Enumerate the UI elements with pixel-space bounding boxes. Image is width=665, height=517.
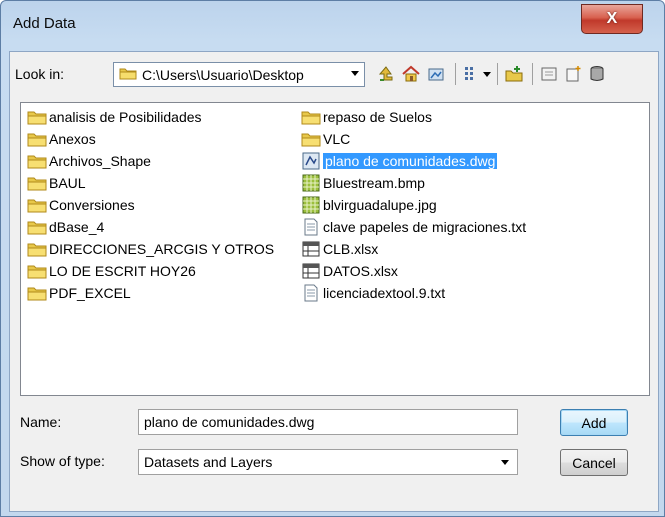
toolbar-separator bbox=[532, 63, 533, 85]
list-item[interactable]: plano de comunidades.dwg bbox=[301, 151, 498, 171]
cancel-button[interactable]: Cancel bbox=[560, 449, 628, 476]
list-item-label: blvirguadalupe.jpg bbox=[323, 197, 437, 213]
list-item-label: analisis de Posibilidades bbox=[49, 109, 202, 125]
type-value: Datasets and Layers bbox=[144, 454, 273, 470]
text-file-icon bbox=[301, 284, 321, 302]
toolbar-separator bbox=[497, 63, 498, 85]
list-item-label: Bluestream.bmp bbox=[323, 175, 425, 191]
connect-folder-icon[interactable] bbox=[426, 64, 446, 84]
connect-database-icon[interactable] bbox=[587, 64, 607, 84]
list-item[interactable]: DIRECCIONES_ARCGIS Y OTROS bbox=[27, 239, 274, 259]
folder-icon bbox=[27, 262, 47, 280]
dialog-title: Add Data bbox=[13, 15, 76, 32]
raster-icon bbox=[301, 174, 321, 192]
folder-icon bbox=[27, 174, 47, 192]
list-item-label: CLB.xlsx bbox=[323, 241, 379, 257]
table-icon bbox=[301, 262, 321, 280]
list-item[interactable]: clave papeles de migraciones.txt bbox=[301, 217, 526, 237]
look-in-path: C:\Users\Usuario\Desktop bbox=[142, 66, 304, 83]
folder-icon bbox=[27, 108, 47, 126]
list-item-label: clave papeles de migraciones.txt bbox=[323, 219, 527, 235]
catalog-tree-icon[interactable] bbox=[539, 64, 559, 84]
chevron-down-icon[interactable] bbox=[351, 71, 359, 76]
list-item-label: BAUL bbox=[49, 175, 86, 191]
type-combo[interactable]: Datasets and Layers bbox=[138, 449, 518, 475]
list-item[interactable]: CLB.xlsx bbox=[301, 239, 378, 259]
list-item-label: plano de comunidades.dwg bbox=[323, 153, 498, 169]
folder-icon bbox=[27, 218, 47, 236]
list-item[interactable]: licenciadextool.9.txt bbox=[301, 283, 445, 303]
dialog-body: Look in: C:\Users\Usuario\Desktop analis… bbox=[9, 51, 659, 512]
list-item-label: DIRECCIONES_ARCGIS Y OTROS bbox=[49, 241, 275, 257]
list-item-label: VLC bbox=[323, 131, 351, 147]
list-item[interactable]: Archivos_Shape bbox=[27, 151, 151, 171]
list-item[interactable]: DATOS.xlsx bbox=[301, 261, 398, 281]
list-item-label: LO DE ESCRIT HOY26 bbox=[49, 263, 196, 279]
list-item-label: licenciadextool.9.txt bbox=[323, 285, 446, 301]
text-file-icon bbox=[301, 218, 321, 236]
show-of-type-label: Show of type: bbox=[20, 453, 105, 469]
folder-icon bbox=[27, 284, 47, 302]
table-icon bbox=[301, 240, 321, 258]
file-list[interactable]: analisis de Posibilidades Anexos Archivos_… bbox=[20, 102, 650, 396]
folder-icon bbox=[119, 66, 137, 83]
list-item[interactable]: Anexos bbox=[27, 129, 96, 149]
folder-icon bbox=[27, 130, 47, 148]
list-item[interactable]: dBase_4 bbox=[27, 217, 104, 237]
list-item-label: PDF_EXCEL bbox=[49, 285, 131, 301]
list-item[interactable]: LO DE ESCRIT HOY26 bbox=[27, 261, 196, 281]
add-button[interactable]: Add bbox=[560, 409, 628, 436]
close-button[interactable]: X bbox=[581, 4, 643, 34]
chevron-down-icon[interactable] bbox=[501, 460, 509, 465]
view-options-icon[interactable] bbox=[462, 64, 482, 84]
close-icon: X bbox=[606, 10, 618, 27]
name-input[interactable]: plano de comunidades.dwg bbox=[138, 409, 518, 435]
toolbar-separator bbox=[455, 63, 456, 85]
folder-icon bbox=[27, 152, 47, 170]
chevron-down-icon[interactable] bbox=[482, 64, 492, 84]
list-item-label: Anexos bbox=[49, 131, 96, 147]
list-item-label: Archivos_Shape bbox=[49, 153, 151, 169]
list-item[interactable]: Bluestream.bmp bbox=[301, 173, 425, 193]
list-item[interactable]: Conversiones bbox=[27, 195, 135, 215]
folder-icon bbox=[27, 240, 47, 258]
list-item-label: repaso de Suelos bbox=[323, 109, 432, 125]
list-item[interactable]: BAUL bbox=[27, 173, 86, 193]
look-in-combo[interactable]: C:\Users\Usuario\Desktop bbox=[113, 62, 365, 87]
list-item[interactable]: repaso de Suelos bbox=[301, 107, 432, 127]
list-item[interactable]: analisis de Posibilidades bbox=[27, 107, 202, 127]
list-item[interactable]: PDF_EXCEL bbox=[27, 283, 131, 303]
list-item-label: dBase_4 bbox=[49, 219, 105, 235]
folder-icon bbox=[27, 196, 47, 214]
list-item[interactable]: VLC bbox=[301, 129, 350, 149]
add-data-dialog: Add Data X Look in: C:\Users\Usuario\Des… bbox=[0, 0, 665, 517]
new-item-icon[interactable] bbox=[563, 64, 583, 84]
new-folder-icon[interactable] bbox=[504, 64, 524, 84]
folder-icon bbox=[301, 108, 321, 126]
folder-icon bbox=[301, 130, 321, 148]
name-label: Name: bbox=[20, 414, 62, 430]
list-item-label: Conversiones bbox=[49, 197, 135, 213]
list-item[interactable]: blvirguadalupe.jpg bbox=[301, 195, 437, 215]
home-icon[interactable] bbox=[401, 64, 421, 84]
raster-icon bbox=[301, 196, 321, 214]
look-in-label: Look in: bbox=[15, 66, 65, 82]
list-item-label: DATOS.xlsx bbox=[323, 263, 398, 279]
cad-file-icon bbox=[301, 152, 321, 170]
up-one-level-icon[interactable] bbox=[376, 64, 396, 84]
